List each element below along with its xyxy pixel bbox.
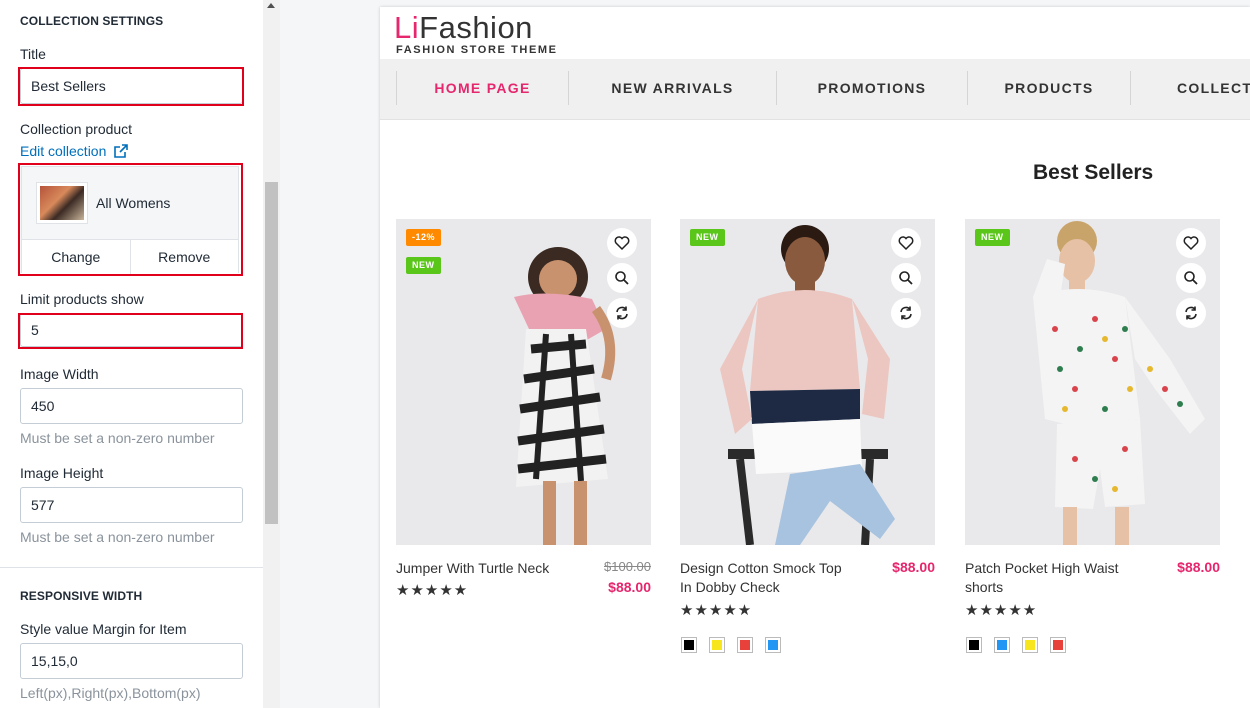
swatch-yellow[interactable]	[709, 637, 725, 653]
store-preview: LiFashion FASHION STORE THEME HOME PAGE …	[380, 7, 1250, 708]
settings-panel: COLLECTION SETTINGS Title Best Sellers C…	[0, 0, 263, 708]
collection-settings-heading: COLLECTION SETTINGS	[20, 14, 164, 28]
highlight-box-title	[18, 67, 244, 106]
wishlist-heart-icon[interactable]	[1176, 228, 1206, 258]
logo-tagline: FASHION STORE THEME	[396, 44, 558, 56]
compare-refresh-icon[interactable]	[891, 298, 921, 328]
star-rating: ★★★★★	[680, 602, 753, 619]
swatch-black[interactable]	[966, 637, 982, 653]
product-card[interactable]: NEW Patch Pocket High Waist shorts $88.0…	[965, 219, 1220, 653]
main-nav: HOME PAGE NEW ARRIVALS PROMOTIONS PRODUC…	[380, 59, 1250, 120]
nav-products[interactable]: PRODUCTS	[967, 71, 1130, 105]
product-price: $88.00	[892, 559, 935, 575]
wishlist-heart-icon[interactable]	[891, 228, 921, 258]
scroll-up-arrow-icon[interactable]	[267, 3, 275, 8]
swatch-red[interactable]	[737, 637, 753, 653]
new-badge: NEW	[975, 229, 1010, 246]
product-old-price: $100.00	[604, 559, 651, 574]
nav-collections[interactable]: COLLECTIONS	[1130, 71, 1250, 105]
color-swatches	[966, 637, 1066, 653]
store-logo[interactable]: LiFashion FASHION STORE THEME	[394, 10, 558, 56]
wishlist-heart-icon[interactable]	[607, 228, 637, 258]
product-image[interactable]: -12% NEW	[396, 219, 651, 545]
product-name[interactable]: Jumper With Turtle Neck	[396, 559, 571, 578]
image-width-label: Image Width	[20, 366, 99, 382]
margin-hint: Left(px),Right(px),Bottom(px)	[20, 685, 201, 701]
quick-view-search-icon[interactable]	[1176, 263, 1206, 293]
product-card[interactable]: NEW Design Cotton Smock Top In Dobby Che…	[680, 219, 935, 653]
quick-view-search-icon[interactable]	[607, 263, 637, 293]
new-badge: NEW	[406, 257, 441, 274]
product-image[interactable]: NEW	[680, 219, 935, 545]
image-width-hint: Must be set a non-zero number	[20, 430, 215, 446]
panel-scrollbar[interactable]	[263, 0, 280, 708]
edit-collection-link[interactable]: Edit collection	[20, 143, 129, 159]
product-image[interactable]: NEW	[965, 219, 1220, 545]
nav-promotions[interactable]: PROMOTIONS	[776, 71, 967, 105]
external-link-icon	[114, 144, 129, 158]
swatch-yellow[interactable]	[1022, 637, 1038, 653]
image-width-input[interactable]: 450	[20, 388, 243, 424]
product-price: $88.00	[608, 579, 651, 595]
new-badge: NEW	[690, 229, 725, 246]
margin-label: Style value Margin for Item	[20, 621, 187, 637]
product-price: $88.00	[1177, 559, 1220, 575]
section-divider	[0, 567, 263, 568]
swatch-blue[interactable]	[765, 637, 781, 653]
star-rating: ★★★★★	[396, 582, 469, 599]
quick-view-search-icon[interactable]	[891, 263, 921, 293]
swatch-blue[interactable]	[994, 637, 1010, 653]
swatch-red[interactable]	[1050, 637, 1066, 653]
compare-refresh-icon[interactable]	[1176, 298, 1206, 328]
section-title: Best Sellers	[1033, 161, 1154, 184]
logo-prefix: Li	[394, 10, 420, 45]
image-height-input[interactable]: 577	[20, 487, 243, 523]
color-swatches	[681, 637, 781, 653]
compare-refresh-icon[interactable]	[607, 298, 637, 328]
nav-home-page[interactable]: HOME PAGE	[396, 71, 568, 105]
highlight-box-collection	[18, 163, 243, 276]
product-name[interactable]: Design Cotton Smock Top In Dobby Check	[680, 559, 855, 597]
image-height-label: Image Height	[20, 465, 104, 481]
margin-input[interactable]: 15,15,0	[20, 643, 243, 679]
logo-text: Fashion	[419, 10, 533, 45]
discount-badge: -12%	[406, 229, 442, 246]
scroll-thumb[interactable]	[265, 182, 278, 524]
image-height-hint: Must be set a non-zero number	[20, 529, 215, 545]
title-label: Title	[20, 46, 46, 62]
edit-collection-text: Edit collection	[20, 143, 107, 159]
star-rating: ★★★★★	[965, 602, 1038, 619]
swatch-black[interactable]	[681, 637, 697, 653]
nav-new-arrivals[interactable]: NEW ARRIVALS	[568, 71, 776, 105]
product-name[interactable]: Patch Pocket High Waist shorts	[965, 559, 1140, 597]
product-card[interactable]: -12% NEW Jumper With Turtle Neck $100.00…	[396, 219, 651, 599]
responsive-width-heading: RESPONSIVE WIDTH	[20, 589, 143, 603]
highlight-box-limit	[18, 313, 243, 349]
collection-product-label: Collection product	[20, 121, 133, 137]
limit-products-label: Limit products show	[20, 291, 144, 307]
